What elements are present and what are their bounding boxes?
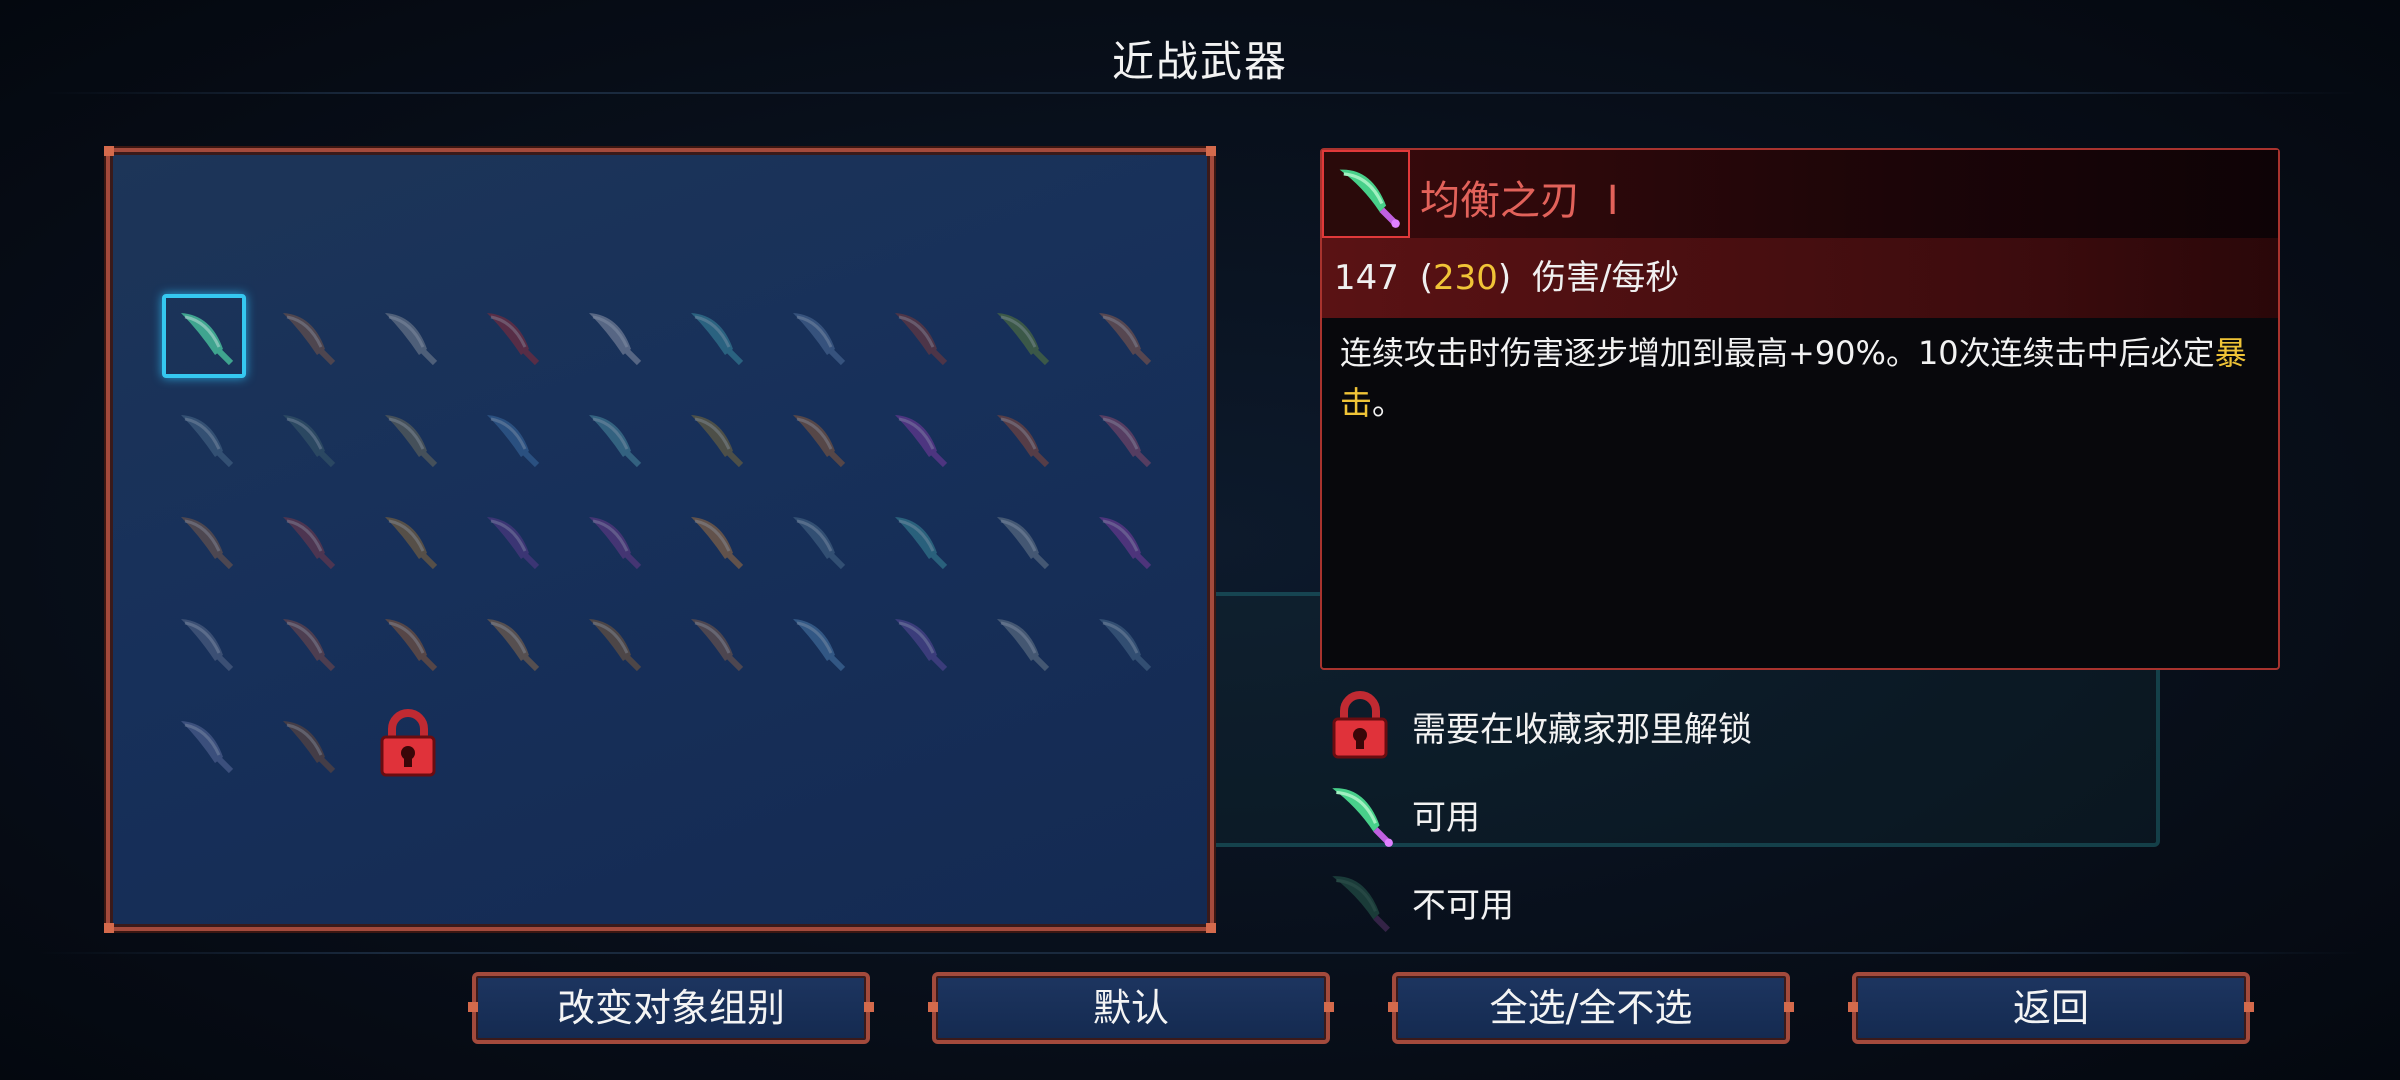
scythe-icon[interactable] [978, 498, 1062, 582]
tentacle-icon[interactable] [468, 498, 552, 582]
magnifier-icon[interactable] [162, 600, 246, 684]
torch-icon[interactable] [366, 498, 450, 582]
katana-icon[interactable] [774, 498, 858, 582]
dps-unit: 伤害/每秒 [1531, 258, 1680, 298]
corner-decoration [104, 923, 114, 933]
blade-available-icon [1322, 776, 1398, 852]
legend-label: 需要在收藏家那里解锁 [1412, 709, 1752, 750]
kick-boot-icon[interactable] [162, 498, 246, 582]
machete-icon[interactable] [978, 600, 1062, 684]
cane-icon[interactable] [570, 600, 654, 684]
select-all-button[interactable]: 全选/全不选 [1388, 972, 1794, 1044]
header-divider [40, 92, 2360, 94]
flashing-fans-icon[interactable] [1080, 294, 1164, 378]
baton-icon[interactable] [774, 600, 858, 684]
footer-divider [40, 952, 2360, 954]
fire-blade-icon[interactable] [672, 498, 756, 582]
corner-decoration [1206, 923, 1216, 933]
assassin-dagger-icon[interactable] [672, 294, 756, 378]
blade-unavailable-icon [1322, 864, 1398, 940]
legend-available: 可用 [1322, 776, 1480, 852]
balanced-blade-icon[interactable] [162, 294, 246, 378]
frost-blade-icon[interactable] [468, 396, 552, 480]
curved-hook-icon[interactable] [366, 600, 450, 684]
back-button[interactable]: 返回 [1848, 972, 2254, 1044]
trident-icon[interactable] [876, 498, 960, 582]
legend-label: 可用 [1412, 797, 1480, 838]
hat-icon[interactable] [264, 498, 348, 582]
hammer-icon[interactable] [978, 396, 1062, 480]
dps-paren-open: ( [1419, 258, 1433, 298]
sickles-icon[interactable] [162, 396, 246, 480]
corner-decoration [104, 146, 114, 156]
lock-icon[interactable] [366, 702, 450, 786]
balanced-blade-icon [1322, 150, 1410, 238]
boot-icon[interactable] [1080, 396, 1164, 480]
axe-icon[interactable] [264, 396, 348, 480]
claw-icon[interactable] [570, 498, 654, 582]
weapon-description: 连续攻击时伤害逐步增加到最高+90%。10次连续击中后必定暴击。 [1340, 334, 2247, 422]
dps-paren-close: ) [1497, 258, 1512, 298]
nutcracker-icon[interactable] [672, 396, 756, 480]
lock-icon [1322, 688, 1398, 764]
spiked-club-icon[interactable] [264, 702, 348, 786]
legend-locked: 需要在收藏家那里解锁 [1322, 688, 1752, 764]
shovel-icon[interactable] [774, 294, 858, 378]
tombstone-icon[interactable] [1080, 600, 1164, 684]
lute-icon[interactable] [468, 600, 552, 684]
rapier-icon[interactable] [570, 396, 654, 480]
dps-bonus: 230 [1432, 258, 1498, 298]
feather-blade-icon[interactable] [672, 600, 756, 684]
legend-label: 不可用 [1412, 885, 1514, 926]
whip-icon[interactable] [774, 396, 858, 480]
page-title: 近战武器 [1111, 37, 1288, 86]
weapon-dps: 147 (230) 伤害/每秒 [1322, 238, 2278, 318]
cleaver-icon[interactable] [366, 396, 450, 480]
weapon-grid-panel [104, 146, 1216, 933]
war-axe-icon[interactable] [162, 702, 246, 786]
corner-decoration [1206, 146, 1216, 156]
spite-sword-icon[interactable] [876, 294, 960, 378]
umbrella-icon[interactable] [876, 396, 960, 480]
rusty-sword-icon[interactable] [264, 294, 348, 378]
broadsword-icon[interactable] [366, 294, 450, 378]
weapon-name: 均衡之刃 I [1420, 178, 1619, 224]
legend-unavailable: 不可用 [1322, 864, 1514, 940]
twin-daggers-icon[interactable] [570, 294, 654, 378]
default-button[interactable]: 默认 [928, 972, 1334, 1044]
weapon-detail-panel: 均衡之刃 I 147 (230) 伤害/每秒 连续攻击时伤害逐步增加到最高+90… [1320, 148, 2280, 670]
change-group-button[interactable]: 改变对象组别 [468, 972, 874, 1044]
spear-icon[interactable] [978, 294, 1062, 378]
dps-base: 147 [1334, 258, 1399, 298]
blood-sword-icon[interactable] [468, 294, 552, 378]
purple-hook-icon[interactable] [1080, 498, 1164, 582]
lantern-icon[interactable] [876, 600, 960, 684]
war-fan-icon[interactable] [264, 600, 348, 684]
